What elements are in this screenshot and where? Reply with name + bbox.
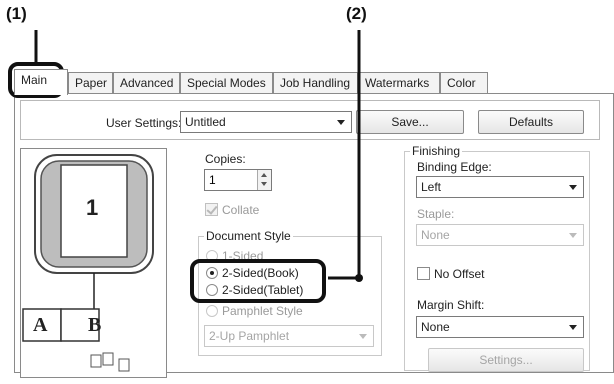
callout-leader-lines (34, 30, 363, 282)
tab-main[interactable]: Main (14, 69, 68, 95)
